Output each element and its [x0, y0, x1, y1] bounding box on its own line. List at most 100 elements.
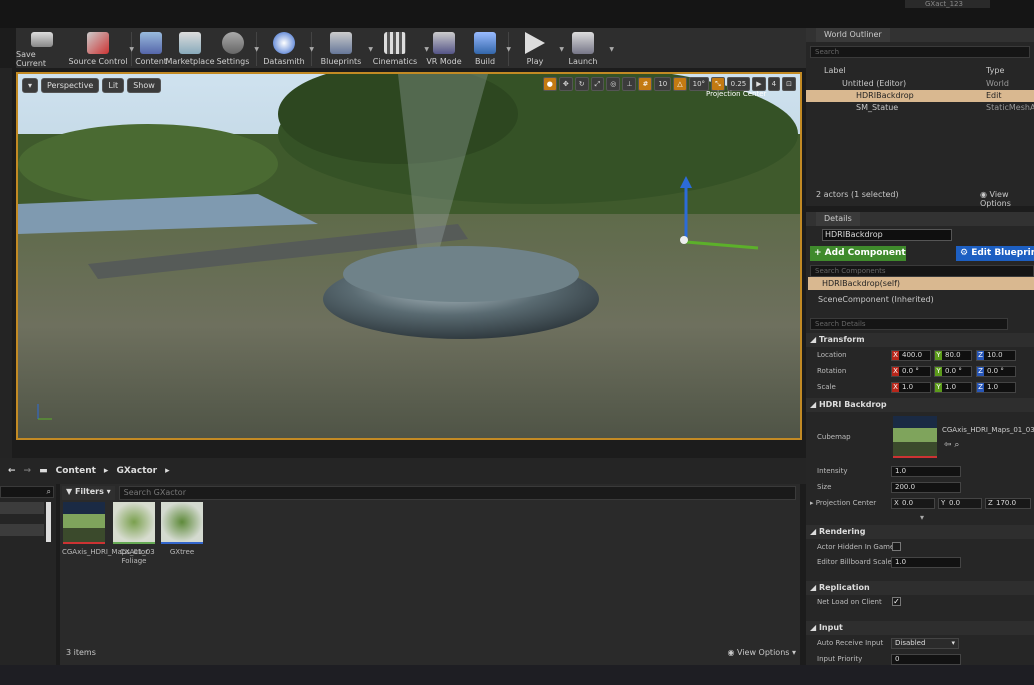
- advanced-expand-icon[interactable]: ▾: [920, 513, 924, 522]
- billboard-scale-field[interactable]: 1.0: [891, 557, 961, 568]
- level-viewport[interactable]: ▾ Perspective Lit Show ● ✥ ↻ ⤢ ◎ ⊥ # 10 …: [16, 72, 802, 440]
- rotation-y-field[interactable]: Y 0.0 °: [934, 366, 972, 377]
- realtime-icon[interactable]: ●: [542, 77, 557, 91]
- projection-x-field[interactable]: X 0.0: [891, 498, 935, 509]
- edit-blueprint-button[interactable]: ⚙ Edit Blueprint: [956, 246, 1034, 261]
- label-column-header[interactable]: Label: [824, 66, 846, 75]
- viewport-menu-button[interactable]: ▾: [22, 78, 39, 93]
- self-component-row[interactable]: HDRIBackdrop(self): [808, 277, 1034, 290]
- rotation-x-field[interactable]: X 0.0 °: [891, 366, 931, 377]
- asset-search-input[interactable]: Search GXactor: [118, 486, 796, 500]
- projection-center-row-label[interactable]: ▸ Projection Center: [810, 499, 876, 507]
- sources-search-icon[interactable]: ⌕: [0, 486, 54, 498]
- back-icon[interactable]: ←: [8, 466, 16, 476]
- launch-button[interactable]: Launch ▼: [558, 30, 614, 68]
- auto-receive-dropdown[interactable]: Disabled ▾: [891, 638, 959, 649]
- search-components-input[interactable]: Search Components: [810, 265, 1034, 277]
- size-field[interactable]: 200.0: [891, 482, 961, 493]
- input-priority-field[interactable]: 0: [891, 654, 961, 665]
- rotation-label[interactable]: Rotation: [817, 367, 846, 375]
- outliner-row[interactable]: SM_Statue StaticMeshAc: [806, 102, 1034, 114]
- scene-component-row[interactable]: SceneComponent (Inherited): [818, 295, 934, 304]
- scale-snap-value[interactable]: 0.25: [726, 77, 751, 91]
- scale-tool-icon[interactable]: ⤢: [590, 77, 605, 91]
- level-tab[interactable]: GXact_123: [905, 0, 990, 8]
- grid-snap-value[interactable]: 10: [654, 77, 672, 91]
- cinematics-button[interactable]: Cinematics ▼: [367, 30, 429, 68]
- filters-button[interactable]: ▼ Filters ▾: [62, 486, 115, 500]
- datasmith-button[interactable]: Datasmith ▼: [260, 30, 314, 68]
- rotation-snap-value[interactable]: 10°: [688, 77, 710, 91]
- lit-button[interactable]: Lit: [102, 78, 125, 93]
- projection-y-field[interactable]: Y 0.0: [938, 498, 982, 509]
- maximize-icon[interactable]: ⊡: [782, 77, 796, 91]
- blueprints-button[interactable]: Blueprints ▼: [315, 30, 373, 68]
- grid-snap-icon[interactable]: #: [638, 77, 653, 91]
- content-path-bar: ← → ▬ Content ▸ GXactor ▸: [0, 458, 806, 484]
- cubemap-thumbnail[interactable]: [893, 416, 937, 458]
- forward-icon[interactable]: →: [24, 466, 32, 476]
- outliner-view-options[interactable]: ◉ View Options: [980, 190, 1034, 208]
- rotation-z-field[interactable]: Z 0.0 °: [976, 366, 1016, 377]
- settings-button[interactable]: Settings ▼: [213, 30, 259, 68]
- marketplace-button[interactable]: Marketplace: [165, 30, 215, 68]
- use-selected-icon[interactable]: ⇦ ⌕: [944, 440, 959, 450]
- show-button[interactable]: Show: [127, 78, 161, 93]
- net-load-checkbox[interactable]: ✓: [892, 597, 901, 606]
- play-button[interactable]: Play ▼: [512, 30, 564, 68]
- camera-speed-value[interactable]: 4: [767, 77, 781, 91]
- save-current-button[interactable]: Save Current: [16, 30, 68, 68]
- rotate-tool-icon[interactable]: ↻: [574, 77, 589, 91]
- actor-hidden-checkbox[interactable]: [892, 542, 901, 551]
- x-axis-label: X: [892, 383, 899, 392]
- outliner-search-input[interactable]: Search: [810, 46, 1030, 58]
- vr-mode-button[interactable]: VR Mode: [423, 30, 465, 68]
- y-axis-label: Y: [935, 367, 942, 376]
- outliner-row[interactable]: Untitled (Editor) World: [806, 78, 1034, 90]
- asset-label: GXtree: [169, 548, 195, 556]
- translate-tool-icon[interactable]: ✥: [558, 77, 573, 91]
- outliner-tab[interactable]: World Outliner: [816, 28, 890, 42]
- surface-snap-icon[interactable]: ⊥: [622, 77, 637, 91]
- path-gxactor[interactable]: GXactor: [116, 466, 157, 476]
- details-tab[interactable]: Details: [816, 212, 860, 226]
- type-column-header[interactable]: Type: [986, 66, 1004, 75]
- outliner-row-selected[interactable]: HDRIBackdrop Edit HDRIBac: [806, 90, 1034, 112]
- level-tab-label: GXact_123: [925, 0, 963, 8]
- location-z-field[interactable]: Z 10.0: [976, 350, 1016, 361]
- hdri-backdrop-section[interactable]: ◢ HDRI Backdrop: [806, 398, 1034, 412]
- location-x-field[interactable]: X 400.0: [891, 350, 931, 361]
- location-y-field[interactable]: Y 80.0: [934, 350, 972, 361]
- scale-x-field[interactable]: X 1.0: [891, 382, 931, 393]
- camera-speed-icon[interactable]: ▶: [752, 77, 766, 91]
- projection-z-field[interactable]: Z 170.0: [985, 498, 1031, 509]
- search-details-input[interactable]: Search Details: [810, 318, 1008, 330]
- rendering-section[interactable]: ◢ Rendering: [806, 525, 1034, 539]
- auto-receive-label: Auto Receive Input: [817, 639, 884, 647]
- transform-section[interactable]: ◢ Transform: [806, 333, 1034, 347]
- content-button[interactable]: Content: [135, 30, 167, 68]
- asset-tile[interactable]: GXtree: [160, 502, 204, 557]
- asset-tile[interactable]: CXActor Foliage: [112, 502, 156, 566]
- build-button[interactable]: Build ▼: [465, 30, 511, 68]
- scale-snap-icon[interactable]: ⤡: [711, 77, 725, 91]
- scale-z-field[interactable]: Z 1.0: [976, 382, 1016, 393]
- perspective-button[interactable]: Perspective: [41, 78, 100, 93]
- world-local-icon[interactable]: ◎: [606, 77, 621, 91]
- rotation-snap-icon[interactable]: △: [673, 77, 687, 91]
- path-content[interactable]: Content: [56, 466, 96, 476]
- outliner-row-label: HDRIBackdrop: [856, 91, 914, 100]
- input-section[interactable]: ◢ Input: [806, 621, 1034, 635]
- cubemap-label: Cubemap: [817, 433, 851, 441]
- view-options-button[interactable]: ◉ View Options ▾: [728, 648, 797, 657]
- add-component-button[interactable]: + Add Component: [810, 246, 906, 261]
- source-control-button[interactable]: Source Control ▼: [68, 30, 134, 68]
- scale-label[interactable]: Scale: [817, 383, 836, 391]
- asset-tile[interactable]: CGAxis_HDRI_Maps_01_03: [62, 502, 155, 557]
- cubemap-asset-picker[interactable]: CGAxis_HDRI_Maps_01_03: [942, 426, 1034, 437]
- scale-y-field[interactable]: Y 1.0: [934, 382, 972, 393]
- actor-name-field[interactable]: HDRIBackdrop: [822, 229, 952, 241]
- intensity-field[interactable]: 1.0: [891, 466, 961, 477]
- location-label[interactable]: Location: [817, 351, 847, 359]
- replication-section[interactable]: ◢ Replication: [806, 581, 1034, 595]
